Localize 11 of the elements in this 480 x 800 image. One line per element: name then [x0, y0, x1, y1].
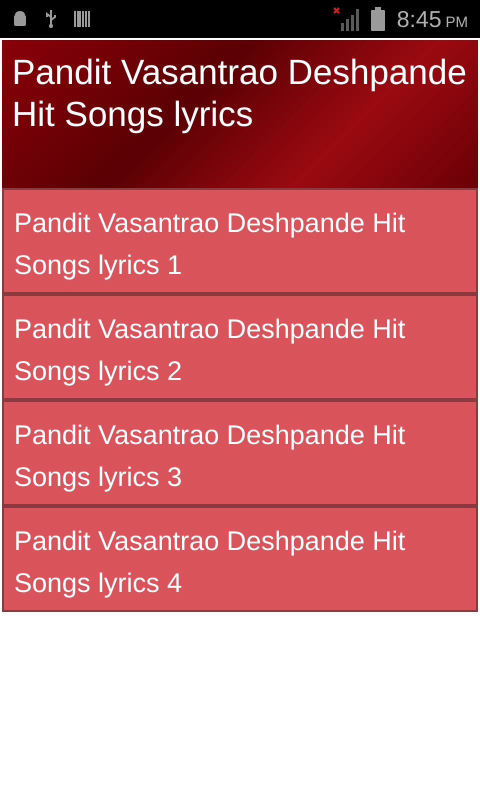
list-item[interactable]: Pandit Vasantrao Deshpande Hit Songs lyrics 2: [2, 294, 478, 400]
no-signal-icon: [332, 7, 359, 31]
list-item[interactable]: Pandit Vasantrao Deshpande Hit Songs lyrics 1: [2, 188, 478, 294]
list-item[interactable]: Pandit Vasantrao Deshpande Hit Songs lyrics 3: [2, 400, 478, 506]
battery-icon: [370, 7, 385, 31]
list-item[interactable]: Pandit Vasantrao Deshpande Hit Songs lyrics 4: [2, 506, 478, 612]
barcode-icon: [74, 11, 90, 27]
clock-period: PM: [446, 12, 468, 33]
page-title: Pandit Vasantrao Deshpande Hit Songs lyrics: [12, 52, 468, 136]
clock-time: 8:45: [396, 4, 442, 34]
usb-icon: [44, 9, 58, 29]
